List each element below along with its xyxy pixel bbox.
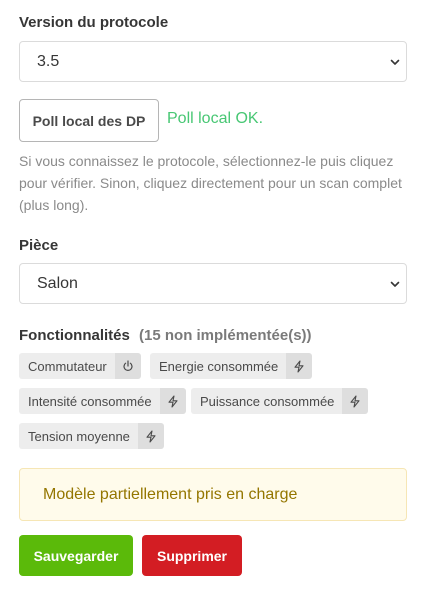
room-label: Pièce — [19, 237, 59, 254]
help-line-3: (plus long). — [19, 197, 89, 213]
bolt-icon — [159, 388, 186, 414]
chevron-down-icon — [390, 281, 400, 287]
power-icon — [114, 353, 141, 379]
feature-tag-label: Commutateur — [19, 353, 115, 379]
chevron-down-icon — [390, 59, 400, 65]
bolt-icon — [286, 353, 313, 379]
help-line-1: Si vous connaissez le protocole, sélecti… — [19, 153, 394, 169]
help-line-2: pour vérifier. Sinon, cliquez directemen… — [19, 175, 402, 191]
poll-status-text: Poll local OK. — [167, 110, 264, 127]
feature-tag-commutateur: Commutateur — [19, 353, 141, 379]
feature-tag-label: Energie consommée — [150, 353, 287, 379]
feature-tag-puissance: Puissance consommée — [191, 388, 369, 414]
feature-tag-label: Intensité consommée — [19, 388, 160, 414]
protocol-help-text: Si vous connaissez le protocole, sélecti… — [19, 150, 419, 216]
feature-tag-energie: Energie consommée — [150, 353, 313, 379]
feature-tag-tension: Tension moyenne — [19, 423, 164, 449]
features-count-note: (15 non implémentée(s)) — [139, 327, 312, 344]
protocol-version-label: Version du protocole — [19, 14, 169, 31]
partial-support-text: Modèle partiellement pris en charge — [43, 485, 298, 503]
room-value: Salon — [37, 274, 78, 292]
features-label: Fonctionnalités — [19, 327, 130, 344]
protocol-version-value: 3.5 — [37, 52, 60, 70]
feature-tag-label: Puissance consommée — [191, 388, 343, 414]
bolt-icon — [342, 388, 369, 414]
feature-tag-label: Tension moyenne — [19, 423, 138, 449]
save-button[interactable]: Sauvegarder — [19, 535, 133, 576]
feature-tag-intensite: Intensité consommée — [19, 388, 186, 414]
features-heading: Fonctionnalités (15 non implémentée(s)) — [19, 327, 312, 344]
poll-local-button[interactable]: Poll local des DP — [19, 99, 159, 142]
room-select[interactable]: Salon — [19, 263, 407, 304]
protocol-version-select[interactable]: 3.5 — [19, 41, 407, 82]
delete-button[interactable]: Supprimer — [142, 535, 242, 576]
partial-support-notice: Modèle partiellement pris en charge — [19, 468, 407, 521]
bolt-icon — [137, 423, 164, 449]
